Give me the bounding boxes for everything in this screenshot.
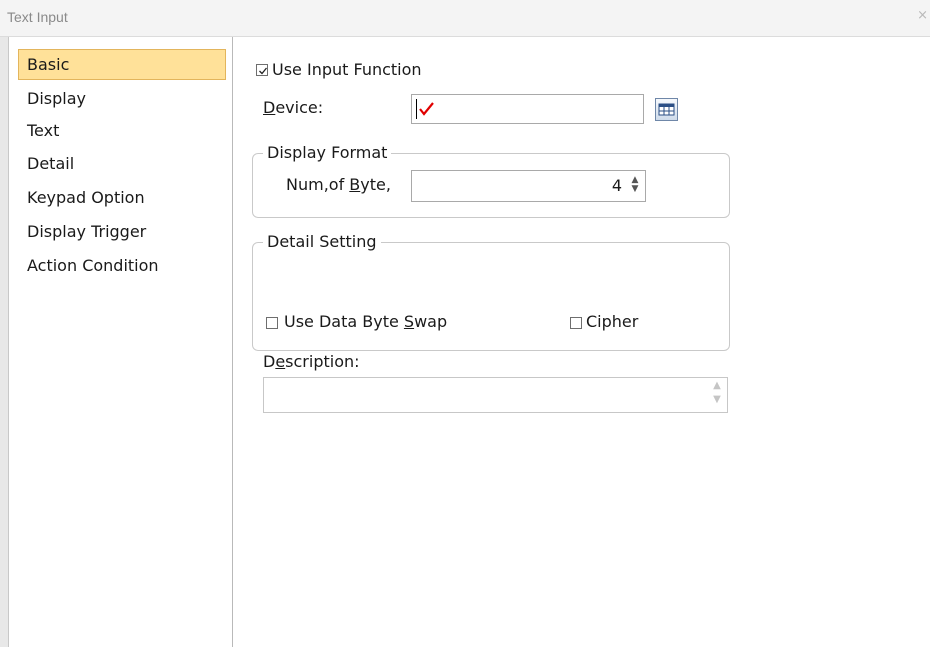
- checkmark-icon: [259, 67, 268, 75]
- use-input-function-checkbox[interactable]: [256, 64, 268, 76]
- window-title: Text Input: [7, 9, 68, 25]
- left-frame: [0, 37, 9, 647]
- use-data-byte-swap-label: Use Data Byte Swap: [284, 312, 448, 331]
- use-data-byte-swap-checkbox[interactable]: [266, 317, 278, 329]
- sidebar-item-basic[interactable]: Basic: [18, 49, 226, 80]
- device-browse-button[interactable]: [655, 98, 678, 121]
- sidebar-item-display-trigger[interactable]: Display Trigger: [18, 216, 226, 247]
- sidebar-item-text[interactable]: Text: [18, 115, 226, 146]
- num-of-byte-value: 4: [611, 176, 622, 195]
- title-bar: Text Input ×: [0, 0, 930, 37]
- device-field[interactable]: [411, 94, 644, 124]
- sidebar-item-detail[interactable]: Detail: [18, 148, 226, 179]
- text-cursor: [416, 99, 417, 119]
- sidebar-item-action-condition[interactable]: Action Condition: [18, 250, 226, 281]
- table-grid-icon: [658, 103, 675, 116]
- num-of-byte-stepper[interactable]: 4 ▲ ▼: [411, 170, 646, 202]
- display-format-legend: Display Format: [263, 143, 392, 162]
- description-label: Description:: [263, 352, 360, 371]
- detail-setting-group: [252, 242, 730, 351]
- close-icon[interactable]: ×: [917, 8, 928, 23]
- detail-setting-legend: Detail Setting: [263, 232, 381, 251]
- sidebar-item-display[interactable]: Display: [18, 83, 226, 114]
- scroll-up-icon[interactable]: ▲: [708, 379, 726, 393]
- cipher-label: Cipher: [586, 312, 639, 331]
- description-scrollbar[interactable]: ▲ ▼: [708, 379, 726, 411]
- spin-buttons[interactable]: ▲ ▼: [629, 176, 641, 196]
- device-label: Device:: [263, 98, 324, 117]
- required-check-icon: [419, 102, 434, 116]
- description-field[interactable]: ▲ ▼: [263, 377, 728, 413]
- category-sidebar: Basic Display Text Detail Keypad Option …: [9, 37, 233, 647]
- sidebar-item-keypad-option[interactable]: Keypad Option: [18, 182, 226, 213]
- cipher-checkbox[interactable]: [570, 317, 582, 329]
- spin-down-icon[interactable]: ▼: [629, 185, 641, 194]
- num-of-byte-label: Num,of Byte,: [286, 175, 391, 194]
- scroll-down-icon[interactable]: ▼: [708, 393, 726, 407]
- use-input-function-label: Use Input Function: [272, 60, 422, 79]
